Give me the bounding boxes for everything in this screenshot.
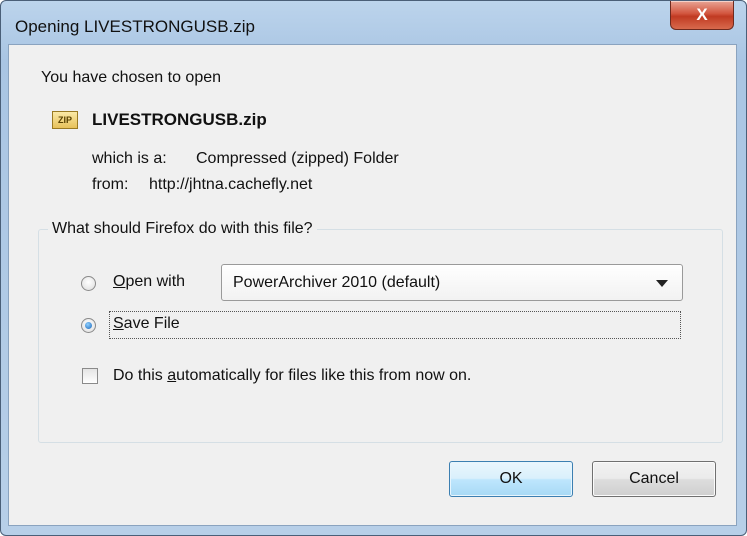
zip-file-icon: ZIP — [52, 111, 78, 129]
file-type-value: Compressed (zipped) Folder — [196, 150, 399, 167]
save-file-radio[interactable] — [81, 318, 96, 333]
file-type-label: which is a: — [92, 150, 167, 167]
save-file-focus-outline — [109, 311, 681, 339]
intro-text: You have chosen to open — [41, 69, 222, 86]
auto-mnemonic: a — [167, 367, 177, 384]
save-file-label[interactable]: Save File — [113, 315, 180, 333]
dropdown-arrow-icon — [656, 280, 668, 287]
close-button[interactable]: X — [670, 1, 734, 30]
auto-label-after: utomatically for files like this from no… — [176, 367, 472, 384]
file-source-label: from: — [92, 176, 129, 193]
auto-checkbox[interactable] — [82, 368, 98, 384]
ok-button[interactable]: OK — [449, 461, 573, 497]
action-group-label: What should Firefox do with this file? — [48, 220, 317, 238]
auto-checkbox-label[interactable]: Do this automatically for files like thi… — [113, 367, 471, 385]
open-with-mnemonic: O — [113, 273, 126, 290]
close-icon: X — [696, 5, 708, 24]
open-with-radio[interactable] — [81, 276, 96, 291]
open-with-selected-app: PowerArchiver 2010 (default) — [233, 274, 441, 291]
save-file-mnemonic: S — [113, 315, 124, 332]
save-file-label-rest: ave File — [123, 315, 180, 332]
auto-label-before: Do this — [113, 367, 168, 384]
open-with-label[interactable]: Open with — [113, 273, 185, 291]
file-source-value: http://jhtna.cachefly.net — [149, 176, 313, 193]
cancel-button[interactable]: Cancel — [592, 461, 716, 497]
file-name: LIVESTRONGUSB.zip — [92, 110, 267, 129]
open-with-label-rest: pen with — [125, 273, 186, 290]
open-with-dropdown[interactable]: PowerArchiver 2010 (default) — [221, 264, 683, 301]
window-title: Opening LIVESTRONGUSB.zip — [15, 17, 255, 36]
